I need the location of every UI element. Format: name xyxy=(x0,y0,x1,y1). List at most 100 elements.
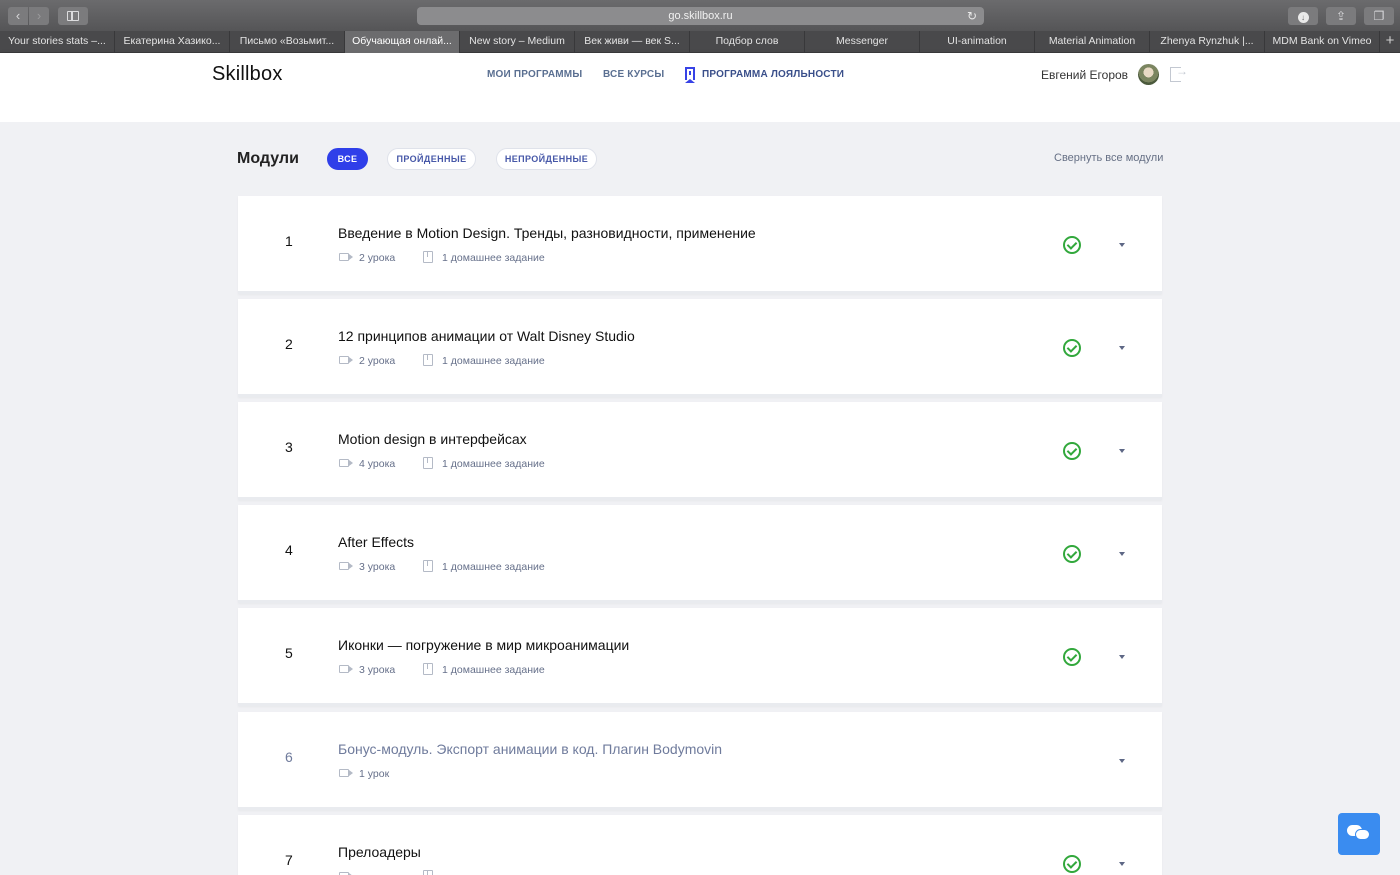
collapse-all-link[interactable]: Свернуть все модули xyxy=(1054,152,1163,164)
chevron-down-icon[interactable] xyxy=(1119,862,1125,866)
chat-bubble-icon xyxy=(1355,829,1370,840)
header-spacer xyxy=(0,96,1400,122)
modules-title: Модули xyxy=(237,150,299,167)
homework-icon xyxy=(423,870,433,875)
browser-tab[interactable]: Material Animation xyxy=(1035,31,1150,53)
module-title[interactable]: Иконки — погружение в мир микроанимации xyxy=(338,637,629,653)
module-card[interactable]: 5 Иконки — погружение в мир микроанимаци… xyxy=(238,608,1162,706)
new-tab-button[interactable]: + xyxy=(1380,31,1400,53)
homework-icon xyxy=(423,560,433,572)
logout-icon[interactable] xyxy=(1170,64,1188,82)
homework-icon xyxy=(423,457,433,469)
browser-tab-active[interactable]: Обучающая онлай... xyxy=(345,31,460,53)
module-title[interactable]: Прелоадеры xyxy=(338,844,421,860)
browser-tab[interactable]: UI-animation xyxy=(920,31,1035,53)
nav-loyalty-program[interactable]: ПРОГРАММА ЛОЯЛЬНОСТИ xyxy=(702,69,844,80)
chevron-down-icon[interactable] xyxy=(1119,552,1125,556)
chevron-down-icon[interactable] xyxy=(1119,449,1125,453)
browser-tab[interactable]: Подбор слов xyxy=(690,31,805,53)
lessons-count: 4 урока xyxy=(359,458,396,470)
reload-icon[interactable]: ↻ xyxy=(967,7,977,25)
module-card[interactable]: 2 12 принципов анимации от Walt Disney S… xyxy=(238,299,1162,397)
share-icon: ⇪ xyxy=(1335,9,1347,23)
module-number: 5 xyxy=(285,645,293,661)
module-title[interactable]: Motion design в интерфейсах xyxy=(338,431,527,447)
module-card[interactable]: 7 Прелоадеры xyxy=(238,815,1162,875)
lessons-count: 3 урока xyxy=(359,561,396,573)
video-icon xyxy=(339,459,349,467)
nav-my-programs[interactable]: МОИ ПРОГРАММЫ xyxy=(487,69,582,80)
lessons-count: 1 урок xyxy=(359,768,390,780)
video-icon xyxy=(339,769,349,777)
module-number: 7 xyxy=(285,852,293,868)
lessons-count: 3 урока xyxy=(359,664,396,676)
video-icon xyxy=(339,665,349,673)
module-card[interactable]: 3 Motion design в интерфейсах 4 урока 1 … xyxy=(238,402,1162,500)
chevron-down-icon[interactable] xyxy=(1119,655,1125,659)
plus-icon: + xyxy=(1385,32,1395,49)
back-button[interactable]: ‹ xyxy=(8,7,28,25)
homework-count: 1 домашнее задание xyxy=(442,664,545,676)
module-card[interactable]: 6 Бонус-модуль. Экспорт анимации в код. … xyxy=(238,712,1162,810)
check-circle-icon xyxy=(1063,545,1081,563)
homework-count: 1 домашнее задание xyxy=(442,561,545,573)
browser-toolbar: ‹ › go.skillbox.ru ↻ ↓ ⇪ ❐ xyxy=(0,0,1400,31)
tab-overview-button[interactable]: ❐ xyxy=(1364,7,1394,25)
sidebar-toggle-button[interactable] xyxy=(58,7,88,25)
chevron-left-icon: ‹ xyxy=(15,8,21,23)
check-circle-icon xyxy=(1063,236,1081,254)
user-name[interactable]: Евгений Егоров xyxy=(1041,68,1128,82)
module-title[interactable]: After Effects xyxy=(338,534,414,550)
browser-tab[interactable]: Messenger xyxy=(805,31,920,53)
chevron-down-icon[interactable] xyxy=(1119,759,1125,763)
browser-tab[interactable]: Your stories stats –... xyxy=(0,31,115,53)
nav-all-courses[interactable]: ВСЕ КУРСЫ xyxy=(603,69,664,80)
module-title[interactable]: Введение в Motion Design. Тренды, разнов… xyxy=(338,225,756,241)
video-icon xyxy=(339,253,349,261)
homework-icon xyxy=(423,354,433,366)
forward-button[interactable]: › xyxy=(29,7,49,25)
browser-tab[interactable]: New story – Medium xyxy=(460,31,575,53)
browser-tab[interactable]: Письмо «Возьмит... xyxy=(230,31,345,53)
lessons-count: 2 урока xyxy=(359,252,396,264)
module-number: 3 xyxy=(285,439,293,455)
lessons-count: 2 урока xyxy=(359,355,396,367)
check-circle-icon xyxy=(1063,339,1081,357)
module-number: 6 xyxy=(285,749,293,765)
homework-count: 1 домашнее задание xyxy=(442,355,545,367)
chat-button[interactable] xyxy=(1338,813,1380,855)
module-number: 4 xyxy=(285,542,293,558)
homework-icon xyxy=(423,663,433,675)
browser-tab[interactable]: Zhenya Rynzhuk |... xyxy=(1150,31,1265,53)
filter-uncompleted-button[interactable]: НЕПРОЙДЕННЫЕ xyxy=(496,148,597,170)
module-title[interactable]: Бонус-модуль. Экспорт анимации в код. Пл… xyxy=(338,741,722,757)
filter-completed-button[interactable]: ПРОЙДЕННЫЕ xyxy=(387,148,476,170)
video-icon xyxy=(339,562,349,570)
browser-tab[interactable]: Век живи — век S... xyxy=(575,31,690,53)
avatar[interactable] xyxy=(1138,64,1159,85)
video-icon xyxy=(339,356,349,364)
url-text: go.skillbox.ru xyxy=(668,10,733,22)
chevron-down-icon[interactable] xyxy=(1119,243,1125,247)
check-circle-icon xyxy=(1063,855,1081,873)
homework-icon xyxy=(423,251,433,263)
download-icon: ↓ xyxy=(1297,12,1309,23)
filter-all-button[interactable]: ВСЕ xyxy=(327,148,368,170)
chevron-down-icon[interactable] xyxy=(1119,346,1125,350)
check-circle-icon xyxy=(1063,648,1081,666)
module-title[interactable]: 12 принципов анимации от Walt Disney Stu… xyxy=(338,328,635,344)
share-button[interactable]: ⇪ xyxy=(1326,7,1356,25)
sidebar-icon xyxy=(67,11,79,21)
browser-tab[interactable]: MDM Bank on Vimeo xyxy=(1265,31,1380,53)
address-bar[interactable]: go.skillbox.ru ↻ xyxy=(417,7,984,25)
module-card[interactable]: 4 After Effects 3 урока 1 домашнее задан… xyxy=(238,505,1162,603)
tabs-icon: ❐ xyxy=(1373,9,1385,23)
downloads-button[interactable]: ↓ xyxy=(1288,7,1318,25)
bookmark-icon xyxy=(685,67,695,83)
check-circle-icon xyxy=(1063,442,1081,460)
browser-tab[interactable]: Екатерина Хазико... xyxy=(115,31,230,53)
logo[interactable]: Skillbox xyxy=(212,63,283,86)
module-card[interactable]: 1 Введение в Motion Design. Тренды, разн… xyxy=(238,196,1162,294)
homework-count: 1 домашнее задание xyxy=(442,458,545,470)
site-header: Skillbox МОИ ПРОГРАММЫ ВСЕ КУРСЫ ПРОГРАМ… xyxy=(0,53,1400,96)
